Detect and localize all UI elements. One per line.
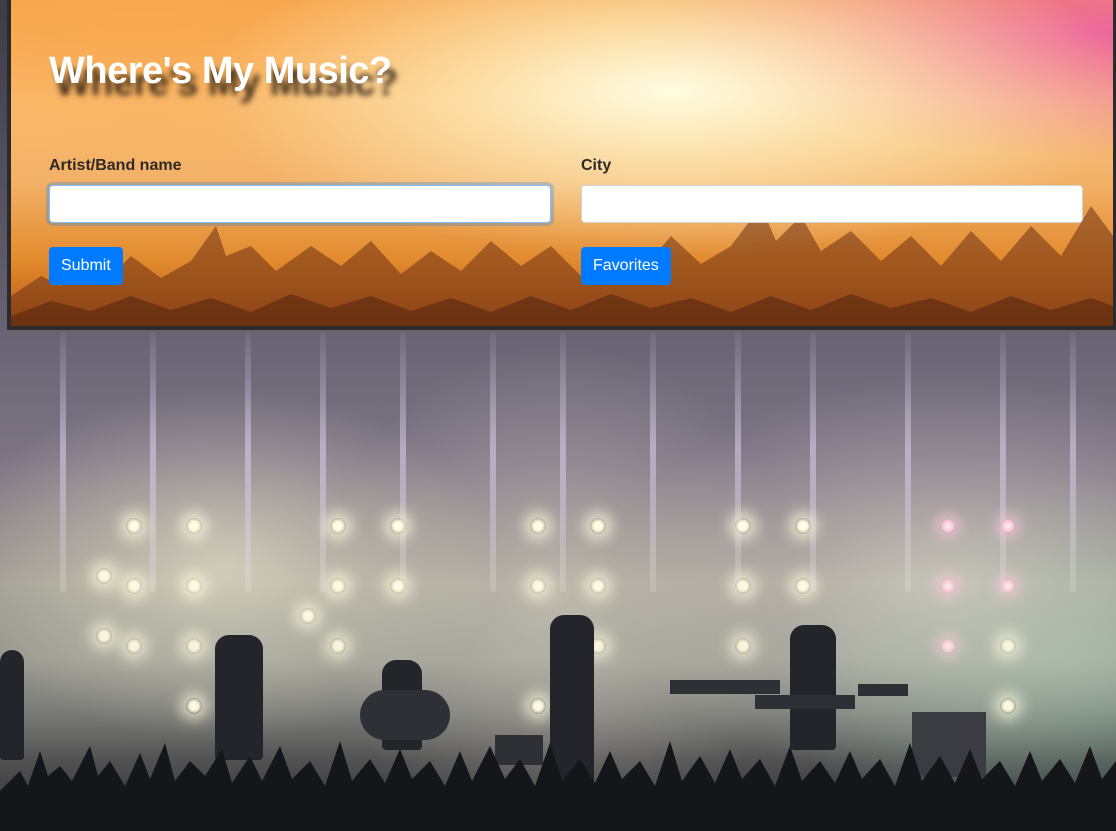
crowd-silhouette xyxy=(0,741,1116,831)
artist-field-label: Artist/Band name xyxy=(49,157,182,174)
submit-button[interactable]: Submit xyxy=(49,247,123,285)
artist-input[interactable] xyxy=(49,185,551,223)
page-title: Where's My Music? xyxy=(49,50,392,92)
search-jumbotron: Where's My Music? Artist/Band name City … xyxy=(7,0,1116,330)
city-field-label: City xyxy=(581,157,612,174)
favorites-button[interactable]: Favorites xyxy=(581,247,671,285)
city-input[interactable] xyxy=(581,185,1083,223)
page: Where's My Music? Artist/Band name City … xyxy=(0,0,1116,831)
